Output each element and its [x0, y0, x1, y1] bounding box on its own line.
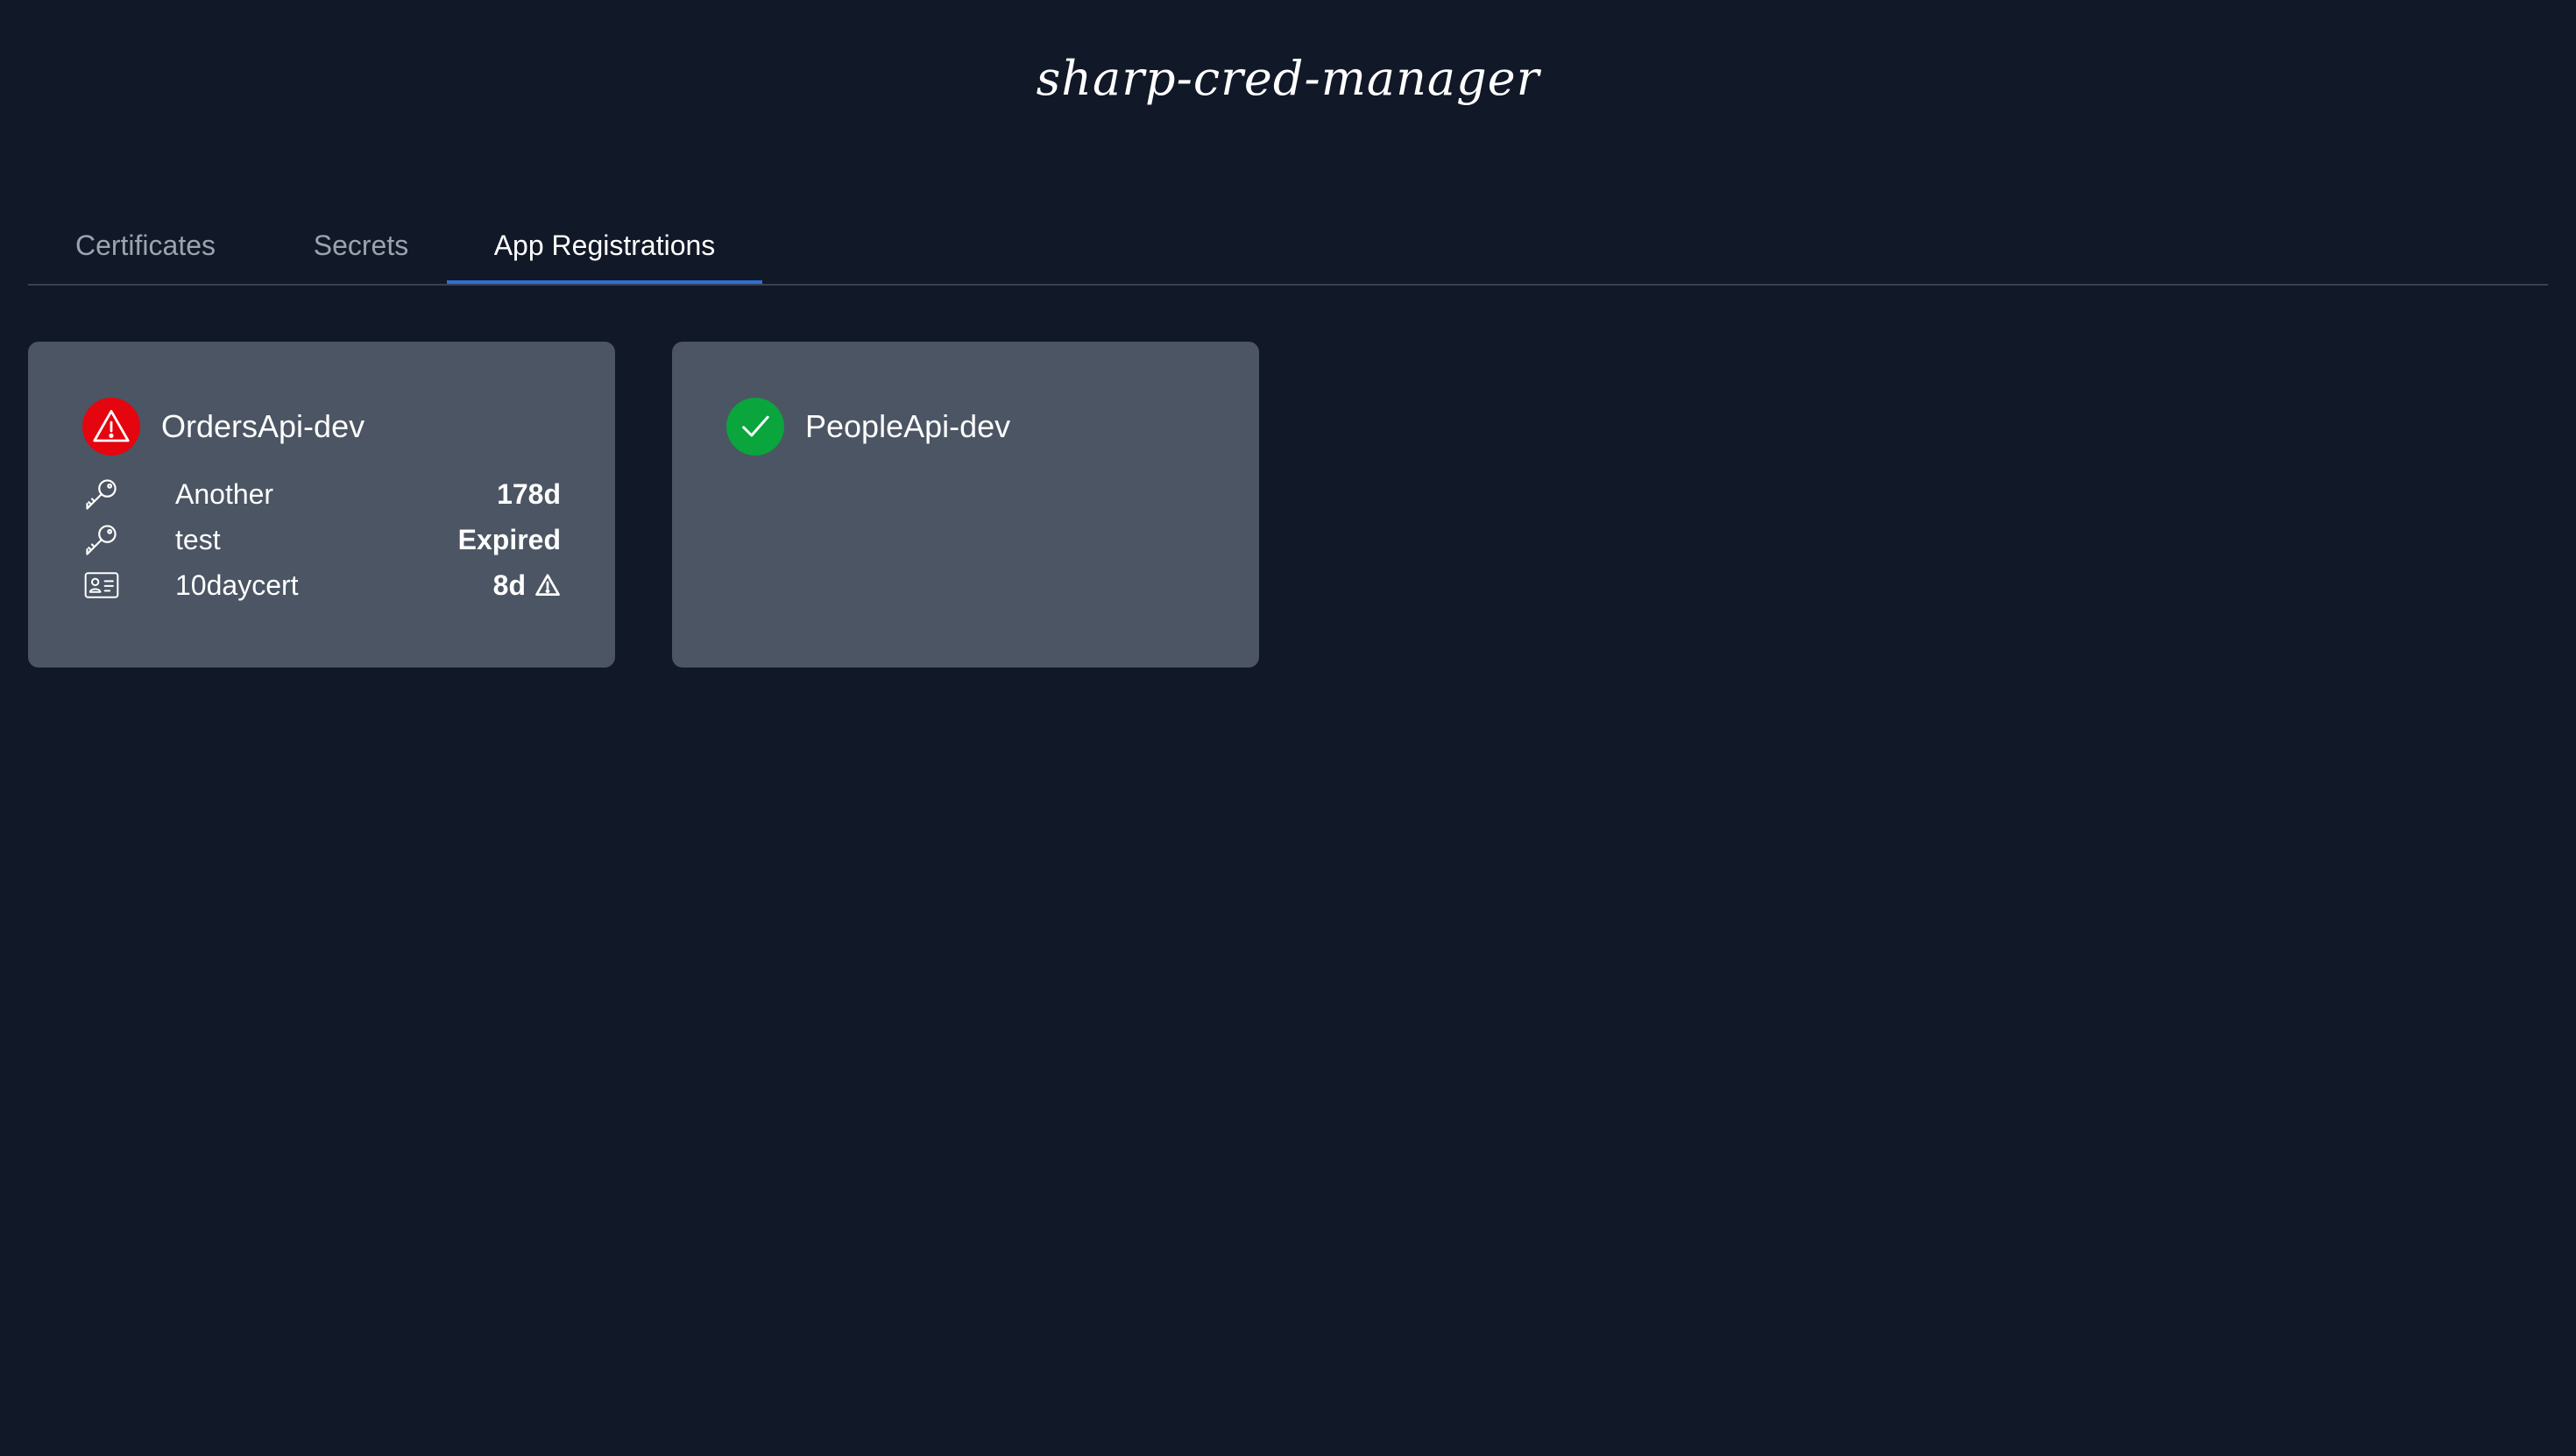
credential-name: 10daycert: [175, 569, 299, 601]
tab-bar: Certificates Secrets App Registrations: [28, 203, 2548, 286]
page: sharp-cred-manager Certificates Secrets …: [0, 0, 2576, 1456]
tab-app-registrations[interactable]: App Registrations: [447, 203, 762, 284]
credential-name: test: [175, 524, 221, 555]
credential-expiry: 8d: [493, 562, 561, 608]
key-icon: [86, 525, 117, 555]
app-title: sharp-cred-manager: [1036, 51, 1540, 106]
credential-row[interactable]: test Expired: [82, 517, 561, 562]
card-title: PeopleApi-dev: [805, 408, 1011, 444]
warning-triangle-icon: [82, 398, 140, 456]
credential-row[interactable]: Another 178d: [82, 471, 561, 517]
app-registration-card[interactable]: PeopleApi-dev: [672, 342, 1259, 668]
card-title: OrdersApi-dev: [161, 408, 365, 444]
key-icon: [86, 479, 117, 510]
certificate-card-icon: [84, 572, 119, 598]
credential-expiry: 178d: [497, 478, 561, 510]
credential-expiry: Expired: [457, 524, 561, 555]
checkmark-icon: [726, 398, 784, 456]
credential-row[interactable]: 10daycert 8d: [82, 562, 561, 608]
app-registration-card[interactable]: OrdersApi-dev Another 178d test Expired: [28, 342, 615, 668]
credential-name: Another: [175, 478, 274, 510]
tab-secrets[interactable]: Secrets: [263, 203, 459, 284]
tab-certificates[interactable]: Certificates: [28, 203, 263, 284]
warning-icon: [535, 574, 560, 596]
